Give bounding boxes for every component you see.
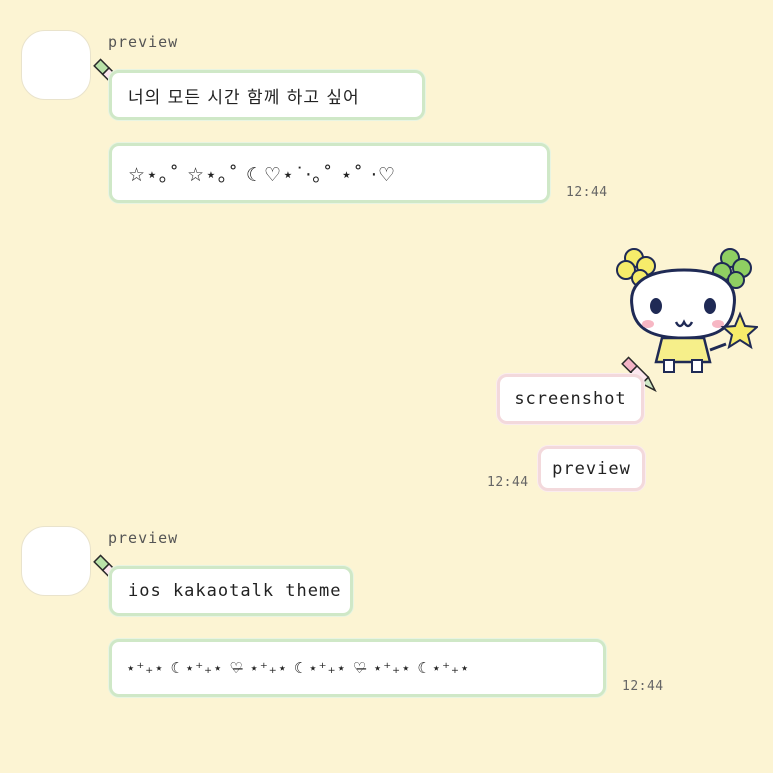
message-text: screenshot xyxy=(514,389,627,409)
message-text: ⋆⁺₊⋆ ☾⋆⁺₊⋆ ♡̶ ⋆⁺₊⋆ ☾⋆⁺₊⋆ ♡̶ ⋆⁺₊⋆ ☾⋆⁺₊⋆ xyxy=(126,659,471,677)
message-text: 너의 모든 시간 함께 하고 싶어 xyxy=(128,87,360,108)
message-text: ☆⋆｡˚ ☆⋆｡˚ ☾♡⋆˙⋅｡˚ ⋆˚ ⋅♡ xyxy=(128,163,396,186)
sender-avatar[interactable] xyxy=(21,526,91,596)
sender-avatar[interactable] xyxy=(21,30,91,100)
incoming-message-bubble[interactable]: ios kakaotalk theme xyxy=(109,566,353,616)
incoming-message-bubble[interactable]: ⋆⁺₊⋆ ☾⋆⁺₊⋆ ♡̶ ⋆⁺₊⋆ ☾⋆⁺₊⋆ ♡̶ ⋆⁺₊⋆ ☾⋆⁺₊⋆ xyxy=(109,639,606,697)
sender-name: preview xyxy=(108,33,179,51)
incoming-message-bubble[interactable]: 너의 모든 시간 함께 하고 싶어 xyxy=(109,70,425,120)
message-timestamp: 12:44 xyxy=(566,185,608,200)
message-timestamp: 12:44 xyxy=(487,475,529,490)
sender-name: preview xyxy=(108,529,179,547)
outgoing-message-bubble[interactable]: screenshot xyxy=(497,374,644,424)
eye-icon xyxy=(704,298,716,314)
incoming-message-bubble[interactable]: ☆⋆｡˚ ☆⋆｡˚ ☾♡⋆˙⋅｡˚ ⋆˚ ⋅♡ xyxy=(109,143,550,203)
outgoing-message-bubble[interactable]: preview xyxy=(538,446,645,491)
message-text: preview xyxy=(552,458,631,479)
message-timestamp: 12:44 xyxy=(622,679,664,694)
eye-icon xyxy=(650,298,662,314)
message-text: ios kakaotalk theme xyxy=(128,581,342,601)
